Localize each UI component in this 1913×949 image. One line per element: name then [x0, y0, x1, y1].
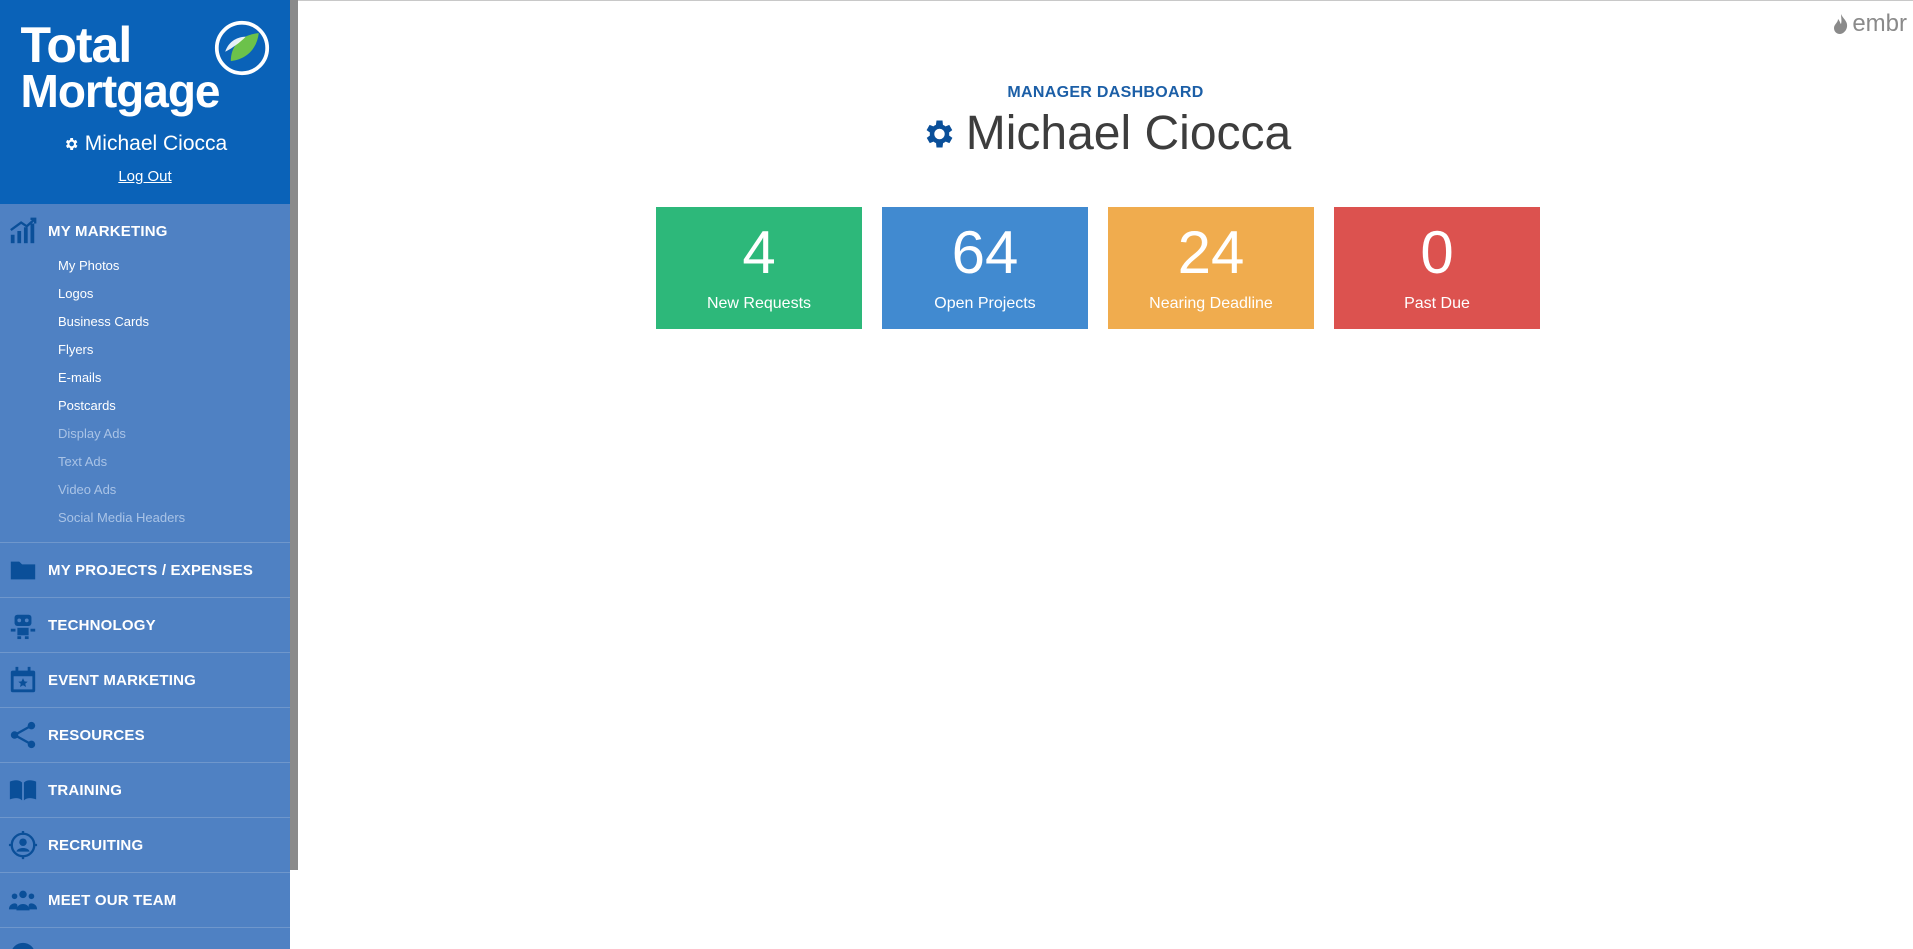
stat-label: Nearing Deadline — [1149, 295, 1273, 312]
logo-line-2: Mortgage — [20, 64, 221, 117]
calendar-star-icon — [6, 663, 40, 697]
my-marketing-sublist: My Photos Logos Business Cards Flyers E-… — [0, 252, 290, 542]
sub-item-social-media-headers: Social Media Headers — [58, 510, 186, 525]
embr-brand[interactable]: embr — [1832, 10, 1907, 38]
sidebar-item-label: RESOURCES — [48, 726, 145, 744]
page-title-text: Michael Ciocca — [965, 107, 1292, 160]
main-content: embr MANAGER DASHBOARD Michael Ciocca 4 … — [298, 0, 1913, 949]
sidebar-item-label: TRAINING — [48, 781, 123, 799]
sidebar-section-recruiting: RECRUITING — [0, 818, 290, 873]
sidebar-item-resources[interactable]: RESOURCES — [0, 708, 290, 762]
sidebar-item-event-marketing[interactable]: EVENT MARKETING — [0, 653, 290, 707]
sidebar-user-name: Michael Ciocca — [84, 132, 228, 155]
page-title: Michael Ciocca — [298, 106, 1913, 161]
dashboard-label: MANAGER DASHBOARD — [1007, 84, 1204, 101]
sidebar-section-partial — [0, 928, 290, 949]
gear-icon — [65, 138, 78, 150]
stat-label: Open Projects — [934, 295, 1036, 312]
page: Total Mortgage Michael Ciocca Log Out MY… — [0, 0, 1913, 949]
sidebar-item-label: MEET OUR TEAM — [48, 891, 177, 909]
sub-item-e-mails[interactable]: E-mails — [58, 364, 290, 392]
sidebar-item-label: MY PROJECTS / EXPENSES — [48, 561, 254, 579]
sidebar-item-my-marketing[interactable]: MY MARKETING — [0, 204, 290, 258]
team-icon — [6, 883, 40, 917]
share-icon — [6, 718, 40, 752]
stat-card-past-due[interactable]: 0 Past Due — [1334, 207, 1540, 329]
sub-item-my-photos[interactable]: My Photos — [58, 252, 290, 280]
sidebar-item-label: TECHNOLOGY — [48, 616, 156, 634]
sidebar-section-projects: MY PROJECTS / EXPENSES — [0, 543, 290, 598]
logout-link[interactable]: Log Out — [118, 168, 171, 185]
sidebar-section-training: TRAINING — [0, 763, 290, 818]
sub-item-postcards[interactable]: Postcards — [58, 392, 290, 420]
stats-cards: 4 New Requests 64 Open Projects 24 Neari… — [656, 207, 1540, 329]
stat-value: 0 — [1420, 219, 1454, 286]
sidebar: Total Mortgage Michael Ciocca Log Out MY… — [0, 0, 290, 949]
stat-label: New Requests — [706, 295, 812, 312]
folder-icon — [6, 553, 40, 587]
book-icon — [6, 773, 40, 807]
sub-item-video-ads: Video Ads — [58, 482, 117, 497]
sidebar-section-event-marketing: EVENT MARKETING — [0, 653, 290, 708]
target-person-icon — [6, 828, 40, 862]
sub-item-display-ads: Display Ads — [58, 426, 126, 441]
sidebar-scrollbar[interactable] — [290, 0, 298, 870]
logo-leaf-icon — [214, 20, 269, 76]
sub-item-text-ads: Text Ads — [58, 454, 108, 469]
sub-item-flyers[interactable]: Flyers — [58, 336, 290, 364]
stat-label: Past Due — [1404, 295, 1470, 312]
sidebar-section-technology: TECHNOLOGY — [0, 598, 290, 653]
stat-card-nearing-deadline[interactable]: 24 Nearing Deadline — [1108, 207, 1314, 329]
stat-value: 4 — [742, 219, 776, 286]
sidebar-item-training[interactable]: TRAINING — [0, 763, 290, 817]
sidebar-item-technology[interactable]: TECHNOLOGY — [0, 598, 290, 652]
help-icon — [6, 938, 40, 949]
gear-icon[interactable] — [920, 116, 956, 152]
sidebar-item-my-projects-expenses[interactable]: MY PROJECTS / EXPENSES — [0, 543, 290, 597]
stat-value: 24 — [1177, 219, 1245, 286]
sidebar-item-label: EVENT MARKETING — [48, 671, 197, 689]
total-mortgage-logo[interactable]: Total Mortgage — [20, 17, 270, 118]
sidebar-header: Total Mortgage Michael Ciocca Log Out — [0, 0, 290, 204]
sidebar-item-label: RECRUITING — [48, 836, 144, 854]
sidebar-user[interactable]: Michael Ciocca — [0, 132, 290, 156]
robot-icon — [6, 608, 40, 642]
sidebar-section-resources: RESOURCES — [0, 708, 290, 763]
stat-card-new-requests[interactable]: 4 New Requests — [656, 207, 862, 329]
sidebar-item-partial[interactable] — [0, 928, 290, 949]
stat-card-open-projects[interactable]: 64 Open Projects — [882, 207, 1088, 329]
sidebar-item-meet-our-team[interactable]: MEET OUR TEAM — [0, 873, 290, 927]
logo-line-1: Total — [20, 17, 133, 73]
sidebar-section-my-marketing: MY MARKETING My Photos Logos Business Ca… — [0, 204, 290, 543]
chart-growth-icon — [6, 214, 40, 248]
flame-icon — [1834, 14, 1848, 34]
stat-value: 64 — [951, 219, 1019, 286]
sub-item-business-cards[interactable]: Business Cards — [58, 308, 290, 336]
embr-text: embr — [1852, 10, 1907, 37]
logo-text: Total Mortgage — [20, 17, 221, 117]
sub-item-logos[interactable]: Logos — [58, 280, 290, 308]
sidebar-item-label: MY MARKETING — [48, 222, 168, 240]
sidebar-section-meet-our-team: MEET OUR TEAM — [0, 873, 290, 928]
sidebar-item-recruiting[interactable]: RECRUITING — [0, 818, 290, 872]
